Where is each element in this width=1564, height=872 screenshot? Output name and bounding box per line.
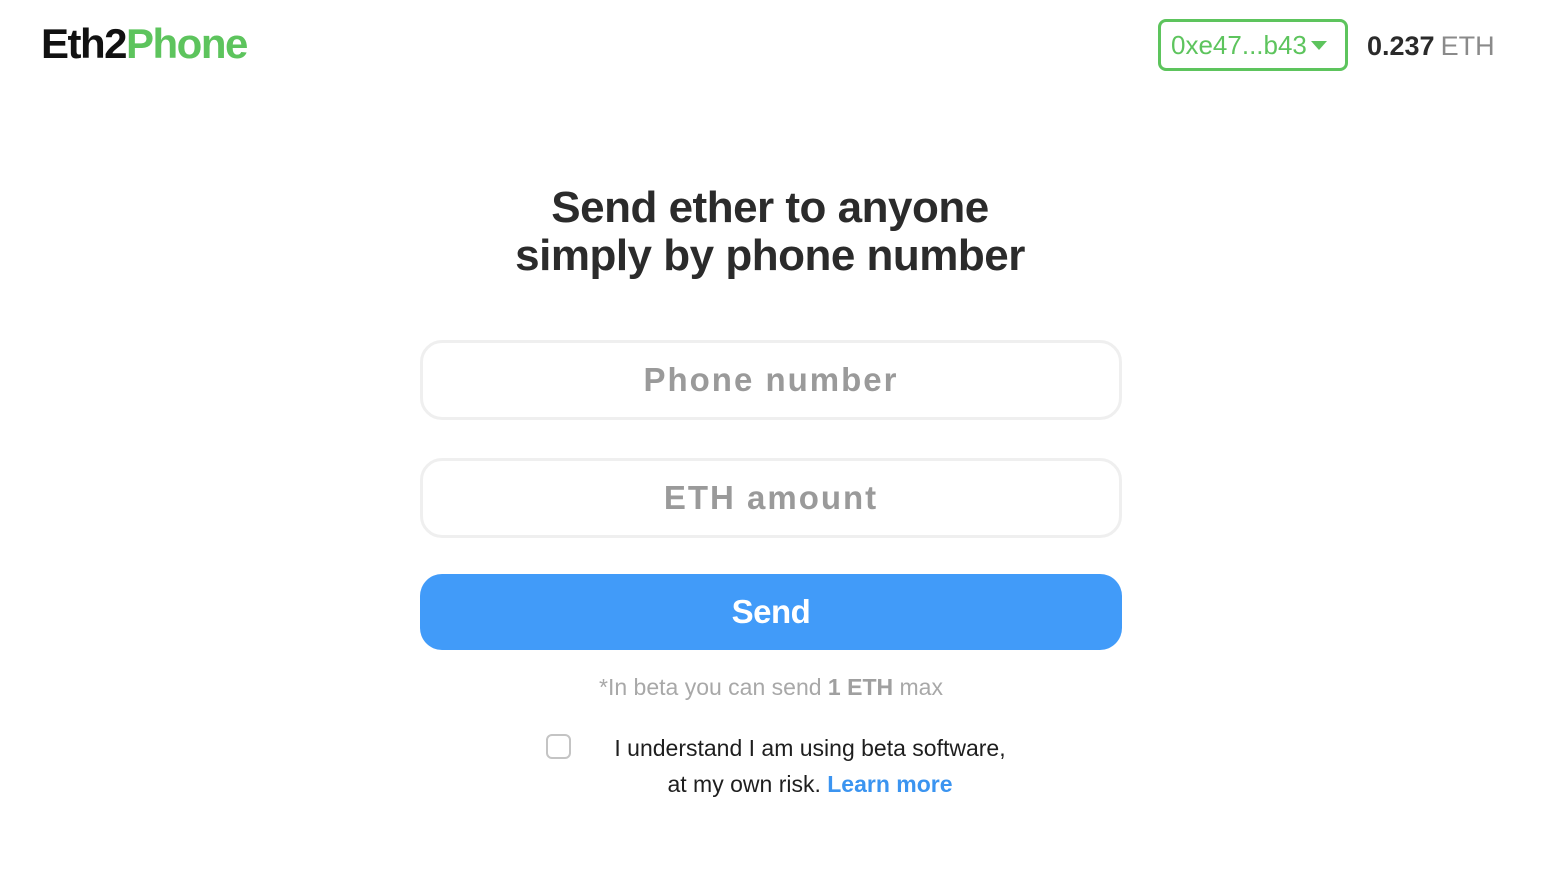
logo-text-phone: Phone: [126, 20, 248, 67]
balance-unit: ETH: [1440, 31, 1495, 61]
consent-line-2-wrap: at my own risk. Learn more: [590, 766, 1030, 802]
beta-note-amount: 1 ETH: [827, 674, 894, 700]
send-button[interactable]: Send: [420, 574, 1122, 650]
beta-limit-note: *In beta you can send 1 ETH max: [420, 673, 1122, 701]
risk-acknowledge-checkbox[interactable]: [546, 734, 571, 759]
beta-note-suffix: max: [893, 674, 943, 700]
headline-line-2: simply by phone number: [515, 231, 1025, 280]
page-title: Send ether to anyone simply by phone num…: [300, 184, 1240, 280]
balance: 0.237 ETH: [1367, 30, 1495, 62]
wallet-selector[interactable]: 0xe47...b43: [1158, 19, 1348, 71]
consent-line-1: I understand I am using beta software,: [614, 735, 1006, 761]
consent-line-2: at my own risk.: [667, 771, 828, 797]
logo[interactable]: Eth2Phone: [41, 20, 248, 68]
headline-line-1: Send ether to anyone: [551, 183, 989, 232]
caret-down-icon: [1310, 40, 1327, 50]
wallet-address: 0xe47...b43: [1171, 30, 1307, 60]
header: Eth2Phone 0xe47...b43 0.237 ETH: [0, 0, 1564, 92]
beta-note-prefix: *In beta you can send: [599, 674, 828, 700]
eth-amount-input[interactable]: [420, 458, 1122, 538]
risk-acknowledge-label: I understand I am using beta software, a…: [590, 730, 1030, 802]
balance-value: 0.237: [1367, 31, 1435, 61]
phone-number-input[interactable]: [420, 340, 1122, 420]
logo-text-eth2: Eth2: [41, 20, 128, 67]
learn-more-link[interactable]: Learn more: [827, 771, 952, 797]
